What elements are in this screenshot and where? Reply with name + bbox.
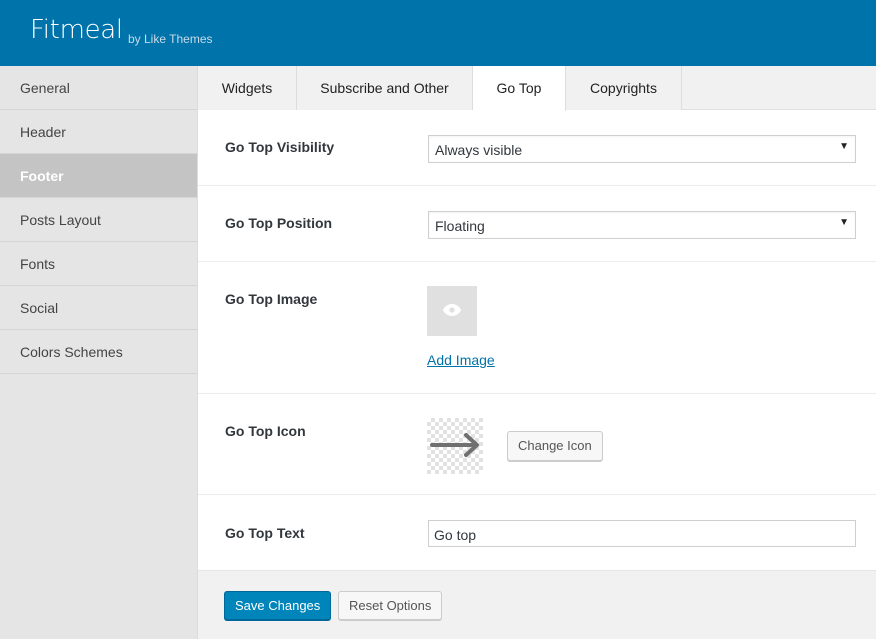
arrow-right-icon	[430, 433, 479, 457]
go-top-text-input[interactable]: Go top	[428, 520, 856, 547]
sidebar-item-general[interactable]: General	[0, 66, 197, 110]
sidebar-item-fonts[interactable]: Fonts	[0, 242, 197, 286]
caret-down-icon: ▼	[839, 217, 849, 228]
sidebar: General Header Footer Posts Layout Fonts…	[0, 66, 198, 639]
visibility-select[interactable]: Always visible ▼	[428, 135, 856, 163]
save-changes-button[interactable]: Save Changes	[224, 591, 332, 620]
sidebar-item-posts-layout[interactable]: Posts Layout	[0, 198, 197, 242]
change-icon-button[interactable]: Change Icon	[507, 431, 603, 461]
field-row-icon: Go Top Icon Change Icon	[198, 394, 876, 495]
select-value: Floating	[435, 218, 485, 234]
sidebar-item-colors-schemes[interactable]: Colors Schemes	[0, 330, 197, 374]
eye-icon	[443, 304, 461, 316]
tab-subscribe-and-other[interactable]: Subscribe and Other	[297, 66, 473, 110]
field-row-position: Go Top Position Floating ▼	[198, 186, 876, 262]
add-image-link[interactable]: Add Image	[427, 352, 495, 368]
tab-bar: Widgets Subscribe and Other Go Top Copyr…	[198, 66, 876, 111]
sidebar-item-header[interactable]: Header	[0, 110, 197, 154]
reset-options-button[interactable]: Reset Options	[338, 591, 443, 620]
tab-copyrights[interactable]: Copyrights	[566, 66, 682, 110]
app-subtitle: by Like Themes	[128, 32, 213, 46]
field-row-image: Go Top Image Add Image	[198, 262, 876, 394]
field-label: Go Top Icon	[225, 423, 306, 439]
select-value: Always visible	[435, 142, 523, 158]
sidebar-item-footer[interactable]: Footer	[0, 154, 197, 198]
action-bar: Save Changes Reset Options	[198, 570, 876, 639]
input-value: Go top	[434, 527, 477, 543]
field-label: Go Top Text	[225, 525, 305, 541]
sidebar-item-social[interactable]: Social	[0, 286, 197, 330]
main-panel: Widgets Subscribe and Other Go Top Copyr…	[198, 66, 876, 639]
top-bar: Fitmeal by Like Themes	[0, 0, 876, 66]
app-title: Fitmeal	[30, 15, 123, 45]
icon-preview	[427, 418, 483, 474]
position-select[interactable]: Floating ▼	[428, 211, 856, 239]
field-label: Go Top Image	[225, 291, 318, 307]
caret-down-icon: ▼	[839, 141, 849, 152]
tab-go-top[interactable]: Go Top	[473, 66, 566, 111]
field-row-text: Go Top Text Go top	[198, 495, 876, 570]
field-label: Go Top Visibility	[225, 139, 335, 155]
field-row-visibility: Go Top Visibility Always visible ▼	[198, 110, 876, 186]
field-label: Go Top Position	[225, 215, 333, 231]
tab-widgets[interactable]: Widgets	[198, 66, 297, 110]
image-placeholder[interactable]	[427, 286, 477, 336]
